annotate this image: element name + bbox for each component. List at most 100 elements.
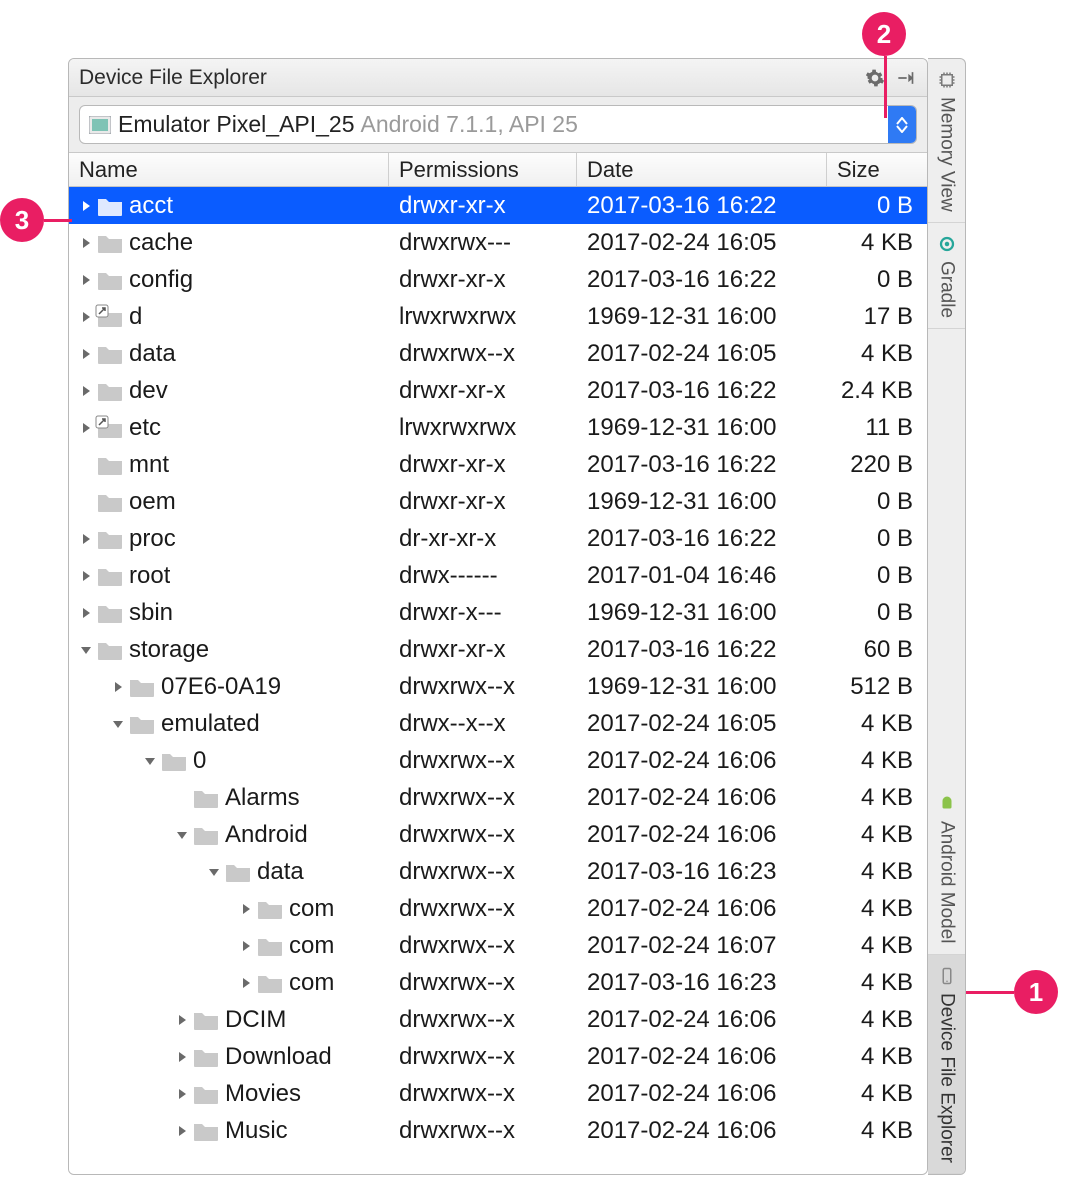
file-name: dev <box>129 377 168 405</box>
chevron-right-icon[interactable] <box>109 681 127 693</box>
tree-row[interactable]: procdr-xr-xr-x2017-03-16 16:220 B <box>69 520 927 557</box>
tree-row[interactable]: devdrwxr-xr-x2017-03-16 16:222.4 KB <box>69 372 927 409</box>
file-size: 220 B <box>827 451 927 479</box>
file-date: 2017-03-16 16:22 <box>577 525 827 553</box>
folder-icon <box>97 454 123 476</box>
chevron-right-icon[interactable] <box>173 1088 191 1100</box>
device-icon <box>88 115 112 135</box>
chevron-right-icon[interactable] <box>237 903 255 915</box>
rail-label: Memory View <box>936 97 958 212</box>
tree-row[interactable]: oemdrwxr-xr-x1969-12-31 16:000 B <box>69 483 927 520</box>
tree-row[interactable]: acctdrwxr-xr-x2017-03-16 16:220 B <box>69 187 927 224</box>
tree-row[interactable]: comdrwxrwx--x2017-03-16 16:234 KB <box>69 964 927 1001</box>
tree-row[interactable]: Alarmsdrwxrwx--x2017-02-24 16:064 KB <box>69 779 927 816</box>
chevron-down-icon[interactable] <box>141 755 159 767</box>
rail-tab-memory-view[interactable]: Memory View <box>928 59 965 223</box>
file-name: root <box>129 562 170 590</box>
chevron-right-icon[interactable] <box>173 1051 191 1063</box>
tree-row[interactable]: storagedrwxr-xr-x2017-03-16 16:2260 B <box>69 631 927 668</box>
tree-row[interactable]: Musicdrwxrwx--x2017-02-24 16:064 KB <box>69 1112 927 1149</box>
file-permissions: drwxr-xr-x <box>389 636 577 664</box>
file-permissions: drwx------ <box>389 562 577 590</box>
chevron-right-icon[interactable] <box>237 977 255 989</box>
file-tree[interactable]: acctdrwxr-xr-x2017-03-16 16:220 Bcachedr… <box>69 187 927 1174</box>
tree-row[interactable]: Downloaddrwxrwx--x2017-02-24 16:064 KB <box>69 1038 927 1075</box>
file-size: 0 B <box>827 599 927 627</box>
tree-row[interactable]: datadrwxrwx--x2017-03-16 16:234 KB <box>69 853 927 890</box>
tree-row[interactable]: mntdrwxr-xr-x2017-03-16 16:22220 B <box>69 446 927 483</box>
phone-icon <box>936 965 958 987</box>
tree-row[interactable]: dlrwxrwxrwx1969-12-31 16:0017 B <box>69 298 927 335</box>
chevron-right-icon[interactable] <box>173 1125 191 1137</box>
tree-row[interactable]: cachedrwxrwx---2017-02-24 16:054 KB <box>69 224 927 261</box>
folder-icon <box>193 1120 219 1142</box>
file-date: 2017-01-04 16:46 <box>577 562 827 590</box>
tree-row[interactable]: Androiddrwxrwx--x2017-02-24 16:064 KB <box>69 816 927 853</box>
folder-icon <box>257 935 283 957</box>
file-permissions: drwxrwx--x <box>389 784 577 812</box>
callout-3: 3 <box>0 198 44 242</box>
file-date: 2017-03-16 16:22 <box>577 451 827 479</box>
column-size[interactable]: Size <box>827 153 927 186</box>
tree-row[interactable]: datadrwxrwx--x2017-02-24 16:054 KB <box>69 335 927 372</box>
column-name[interactable]: Name <box>69 153 389 186</box>
rail-tab-gradle[interactable]: Gradle <box>928 223 965 329</box>
folder-icon <box>97 528 123 550</box>
column-permissions[interactable]: Permissions <box>389 153 577 186</box>
file-date: 2017-02-24 16:05 <box>577 229 827 257</box>
chevron-right-icon[interactable] <box>173 1014 191 1026</box>
file-permissions: lrwxrwxrwx <box>389 303 577 331</box>
tree-row[interactable]: Moviesdrwxrwx--x2017-02-24 16:064 KB <box>69 1075 927 1112</box>
folder-icon <box>97 565 123 587</box>
callout-1: 1 <box>1014 970 1058 1014</box>
chevron-right-icon[interactable] <box>77 311 95 323</box>
chevron-down-icon[interactable] <box>109 718 127 730</box>
chevron-right-icon[interactable] <box>77 200 95 212</box>
rail-tab-android-model[interactable]: Android Model <box>928 783 965 955</box>
file-size: 4 KB <box>827 895 927 923</box>
hide-panel-icon[interactable] <box>893 66 917 90</box>
chevron-right-icon[interactable] <box>77 533 95 545</box>
chevron-right-icon[interactable] <box>77 237 95 249</box>
file-size: 4 KB <box>827 932 927 960</box>
file-date: 1969-12-31 16:00 <box>577 303 827 331</box>
file-name: com <box>289 932 334 960</box>
file-name: mnt <box>129 451 169 479</box>
tree-row[interactable]: 07E6-0A19drwxrwx--x1969-12-31 16:00512 B <box>69 668 927 705</box>
rail-tab-device-file-explorer[interactable]: Device File Explorer <box>928 955 965 1174</box>
tree-row[interactable]: comdrwxrwx--x2017-02-24 16:064 KB <box>69 890 927 927</box>
chevron-right-icon[interactable] <box>77 422 95 434</box>
folder-icon <box>97 343 123 365</box>
file-name: proc <box>129 525 176 553</box>
chevron-right-icon[interactable] <box>77 570 95 582</box>
column-headers: Name Permissions Date Size <box>69 153 927 187</box>
column-date[interactable]: Date <box>577 153 827 186</box>
chevron-right-icon[interactable] <box>237 940 255 952</box>
file-size: 4 KB <box>827 1043 927 1071</box>
tree-row[interactable]: rootdrwx------2017-01-04 16:460 B <box>69 557 927 594</box>
chevron-right-icon[interactable] <box>77 348 95 360</box>
file-size: 4 KB <box>827 1117 927 1145</box>
tree-row[interactable]: emulateddrwx--x--x2017-02-24 16:054 KB <box>69 705 927 742</box>
tree-row[interactable]: configdrwxr-xr-x2017-03-16 16:220 B <box>69 261 927 298</box>
chevron-right-icon[interactable] <box>77 607 95 619</box>
chevron-right-icon[interactable] <box>77 274 95 286</box>
tree-row[interactable]: 0drwxrwx--x2017-02-24 16:064 KB <box>69 742 927 779</box>
file-name: DCIM <box>225 1006 286 1034</box>
device-selector[interactable]: Emulator Pixel_API_25 Android 7.1.1, API… <box>79 105 917 144</box>
tree-row[interactable]: etclrwxrwxrwx1969-12-31 16:0011 B <box>69 409 927 446</box>
rail-label: Device File Explorer <box>936 993 958 1163</box>
tree-row[interactable]: DCIMdrwxrwx--x2017-02-24 16:064 KB <box>69 1001 927 1038</box>
chevron-right-icon[interactable] <box>77 385 95 397</box>
chevron-down-icon[interactable] <box>77 644 95 656</box>
file-name: Music <box>225 1117 288 1145</box>
device-stepper-icon[interactable] <box>888 106 916 143</box>
chevron-down-icon[interactable] <box>173 829 191 841</box>
chevron-down-icon[interactable] <box>205 866 223 878</box>
tree-row[interactable]: sbindrwxr-x---1969-12-31 16:000 B <box>69 594 927 631</box>
tree-row[interactable]: comdrwxrwx--x2017-02-24 16:074 KB <box>69 927 927 964</box>
file-name: Download <box>225 1043 332 1071</box>
file-size: 4 KB <box>827 821 927 849</box>
file-name: com <box>289 895 334 923</box>
file-date: 2017-03-16 16:22 <box>577 636 827 664</box>
